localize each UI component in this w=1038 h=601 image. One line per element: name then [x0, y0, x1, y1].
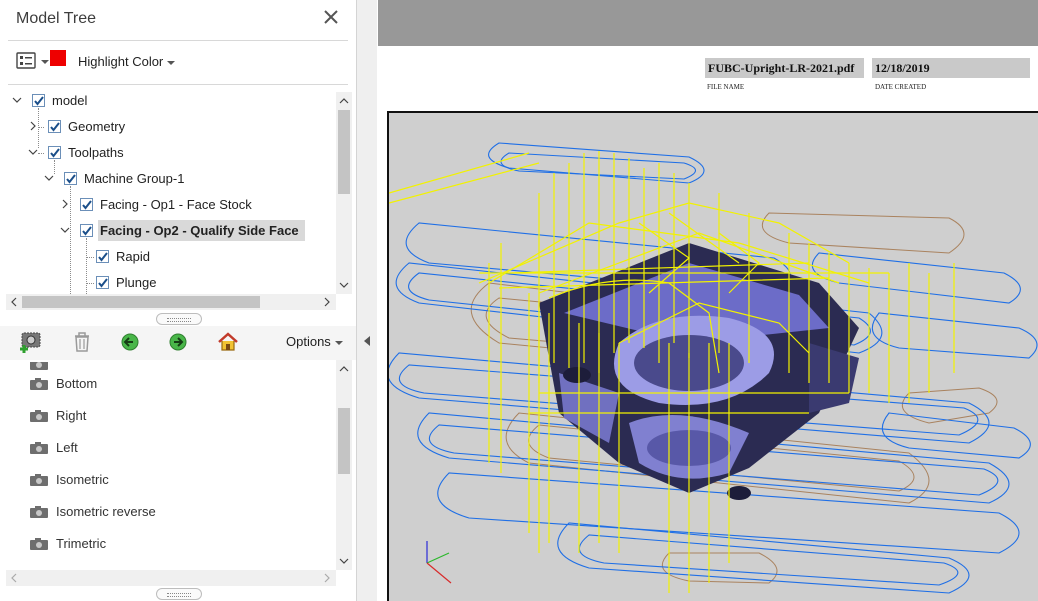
- scroll-left-icon[interactable]: [9, 297, 19, 307]
- scrollbar-thumb[interactable]: [338, 110, 350, 194]
- axis-triad-icon: [426, 541, 452, 584]
- document-background: [378, 0, 1038, 46]
- checkbox[interactable]: [96, 276, 109, 289]
- divider: [8, 40, 348, 41]
- file-name-field[interactable]: FUBC-Upright-LR-2021.pdf: [705, 58, 864, 78]
- 3d-model-viewport[interactable]: [387, 111, 1038, 601]
- chevron-down-icon[interactable]: [41, 60, 49, 64]
- tree-item-label: Geometry: [68, 119, 126, 134]
- tree-item-geometry[interactable]: Geometry: [0, 115, 330, 139]
- chevron-down-icon[interactable]: [167, 61, 175, 65]
- chevron-down-icon[interactable]: [335, 341, 343, 345]
- scroll-up-icon[interactable]: [339, 96, 349, 106]
- scrollbar-thumb[interactable]: [22, 296, 260, 308]
- view-label: Isometric: [56, 472, 109, 487]
- add-view-icon[interactable]: [18, 330, 42, 354]
- checkbox[interactable]: [48, 120, 61, 133]
- camera-icon: [30, 378, 48, 390]
- view-label: Trimetric: [56, 536, 107, 551]
- tree-item-label: Plunge: [116, 275, 157, 290]
- tree-options-icon[interactable]: [16, 52, 36, 70]
- view-label: Isometric reverse: [56, 504, 156, 519]
- highlight-color-swatch[interactable]: [50, 50, 66, 66]
- chevron-down-icon[interactable]: [12, 95, 22, 105]
- chevron-right-icon[interactable]: [60, 199, 70, 209]
- previous-view-icon[interactable]: [118, 330, 142, 354]
- home-view-icon[interactable]: [216, 330, 240, 354]
- camera-icon: [30, 538, 48, 550]
- scroll-up-icon[interactable]: [339, 364, 349, 374]
- scroll-right-icon[interactable]: [322, 573, 332, 583]
- model-tree: model Geometry Toolpaths Machine Group-1…: [0, 88, 336, 294]
- pane-resize-grip[interactable]: [156, 588, 202, 600]
- checkbox[interactable]: [64, 172, 77, 185]
- camera-icon: [30, 442, 48, 454]
- checkbox[interactable]: [80, 198, 93, 211]
- view-label: Bottom: [56, 376, 98, 391]
- highlight-color-label[interactable]: Highlight Color: [78, 54, 163, 69]
- camera-icon: [30, 506, 48, 518]
- date-created-caption: DATE CREATED: [875, 83, 927, 91]
- chevron-down-icon[interactable]: [60, 225, 70, 235]
- chevron-right-icon[interactable]: [28, 121, 38, 131]
- tree-item-label: Machine Group-1: [84, 171, 185, 186]
- tree-item-label: model: [52, 93, 88, 108]
- camera-icon: [30, 362, 48, 370]
- date-created-field[interactable]: 12/18/2019: [872, 58, 1030, 78]
- tree-horizontal-scrollbar[interactable]: [6, 294, 336, 310]
- views-vertical-scrollbar[interactable]: [336, 360, 352, 570]
- tree-item-facing-op2[interactable]: Facing - Op2 - Qualify Side Face: [0, 219, 330, 243]
- tree-item-label: Facing - Op1 - Face Stock: [100, 197, 252, 212]
- tree-item-label: Rapid: [116, 249, 150, 264]
- checkbox[interactable]: [80, 224, 93, 237]
- view-label: Left: [56, 440, 78, 455]
- panel-title: Model Tree: [16, 10, 97, 27]
- model-tree-panel: Model Tree Highlight Color model Geometr…: [0, 0, 357, 601]
- checkbox[interactable]: [32, 94, 45, 107]
- scroll-down-icon[interactable]: [339, 280, 349, 290]
- tree-item-machine-group[interactable]: Machine Group-1: [0, 167, 330, 191]
- scroll-left-icon[interactable]: [9, 573, 19, 583]
- options-menu[interactable]: Options: [286, 334, 331, 349]
- scroll-down-icon[interactable]: [339, 556, 349, 566]
- divider: [8, 84, 348, 85]
- checkbox[interactable]: [96, 250, 109, 263]
- tree-vertical-scrollbar[interactable]: [336, 92, 352, 294]
- next-view-icon[interactable]: [166, 330, 190, 354]
- camera-icon: [30, 410, 48, 422]
- delete-view-icon[interactable]: [70, 330, 94, 354]
- tree-item-label: Toolpaths: [68, 145, 124, 160]
- tree-item-rapid[interactable]: Rapid: [0, 245, 330, 269]
- scrollbar-thumb[interactable]: [338, 408, 350, 474]
- close-icon[interactable]: [322, 8, 340, 26]
- scroll-right-icon[interactable]: [322, 297, 332, 307]
- collapse-panel-icon[interactable]: [363, 335, 371, 347]
- highlight-toolbar: Highlight Color: [16, 50, 346, 74]
- chevron-down-icon[interactable]: [44, 173, 54, 183]
- views-list: Bottom Right Left Isometric Isometric re…: [0, 362, 336, 572]
- camera-icon: [30, 474, 48, 486]
- chevron-down-icon[interactable]: [28, 147, 38, 157]
- tree-item-toolpaths[interactable]: Toolpaths: [0, 141, 330, 165]
- cnc-toolpath-render: [389, 142, 1038, 594]
- tree-item-plunge[interactable]: Plunge: [0, 271, 330, 294]
- pane-resize-grip[interactable]: [156, 313, 202, 325]
- tree-item-model[interactable]: model: [0, 89, 330, 113]
- views-horizontal-scrollbar[interactable]: [6, 570, 336, 586]
- tree-item-label: Facing - Op2 - Qualify Side Face: [98, 220, 305, 241]
- view-label: Right: [56, 408, 87, 423]
- checkbox[interactable]: [48, 146, 61, 159]
- panel-splitter[interactable]: [357, 0, 377, 601]
- file-name-caption: FILE NAME: [707, 83, 745, 91]
- tree-item-facing-op1[interactable]: Facing - Op1 - Face Stock: [0, 193, 330, 217]
